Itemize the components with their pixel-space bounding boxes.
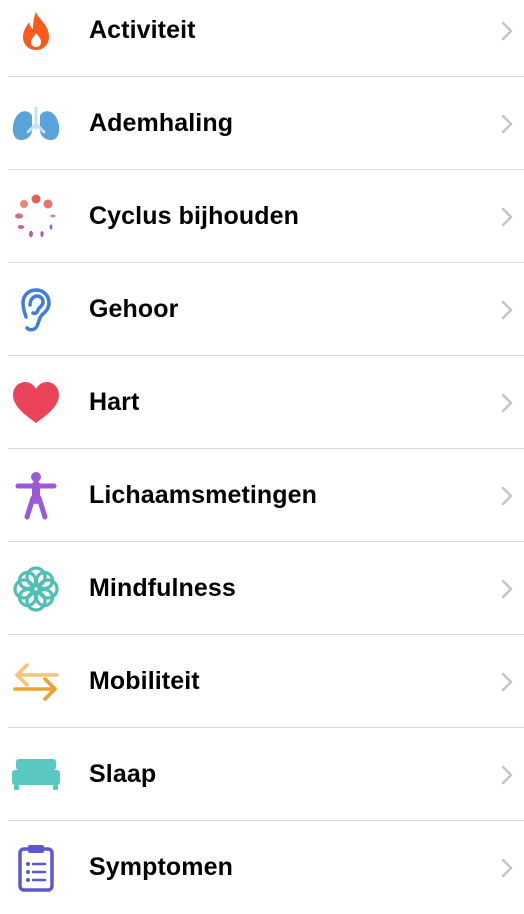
chevron-right-icon (500, 20, 514, 42)
category-row-ademhaling[interactable]: Ademhaling (0, 77, 524, 170)
chevron-right-icon (500, 857, 514, 879)
category-label: Cyclus bijhouden (89, 202, 299, 230)
chevron-right-icon (500, 392, 514, 414)
chevron-right-icon (500, 485, 514, 507)
chevron-right-icon (500, 578, 514, 600)
category-label: Ademhaling (89, 109, 234, 137)
chevron-right-icon (500, 299, 514, 321)
mindfulness-flower-icon (8, 566, 64, 612)
category-label: Symptomen (89, 853, 233, 881)
category-row-activiteit[interactable]: Activiteit (0, 0, 524, 77)
category-row-cyclus-bijhouden[interactable]: Cyclus bijhouden (0, 170, 524, 263)
category-label: Slaap (89, 760, 157, 788)
flame-icon (8, 8, 64, 54)
ear-icon (8, 287, 64, 333)
category-row-slaap[interactable]: Slaap (0, 728, 524, 821)
category-label: Hart (89, 388, 140, 416)
chevron-right-icon (500, 113, 514, 135)
chevron-right-icon (500, 764, 514, 786)
lungs-icon (8, 101, 64, 147)
category-label: Mobiliteit (89, 667, 200, 695)
health-categories-list: Activiteit Ademhaling Cyclus bijhouden G… (0, 0, 524, 914)
category-row-gehoor[interactable]: Gehoor (0, 263, 524, 356)
category-row-symptomen[interactable]: Symptomen (0, 821, 524, 914)
clipboard-list-icon (8, 845, 64, 892)
category-label: Gehoor (89, 295, 179, 323)
body-figure-icon (8, 472, 64, 520)
category-label: Lichaamsmetingen (89, 481, 318, 509)
heart-icon (8, 380, 64, 426)
chevron-right-icon (500, 206, 514, 228)
bed-icon (8, 752, 64, 798)
mobility-arrows-icon (8, 659, 64, 705)
category-row-lichaamsmetingen[interactable]: Lichaamsmetingen (0, 449, 524, 542)
category-row-mindfulness[interactable]: Mindfulness (0, 542, 524, 635)
cycle-tracking-icon (8, 194, 64, 240)
chevron-right-icon (500, 671, 514, 693)
category-row-mobiliteit[interactable]: Mobiliteit (0, 635, 524, 728)
category-row-hart[interactable]: Hart (0, 356, 524, 449)
category-label: Mindfulness (89, 574, 236, 602)
category-label: Activiteit (89, 16, 196, 44)
